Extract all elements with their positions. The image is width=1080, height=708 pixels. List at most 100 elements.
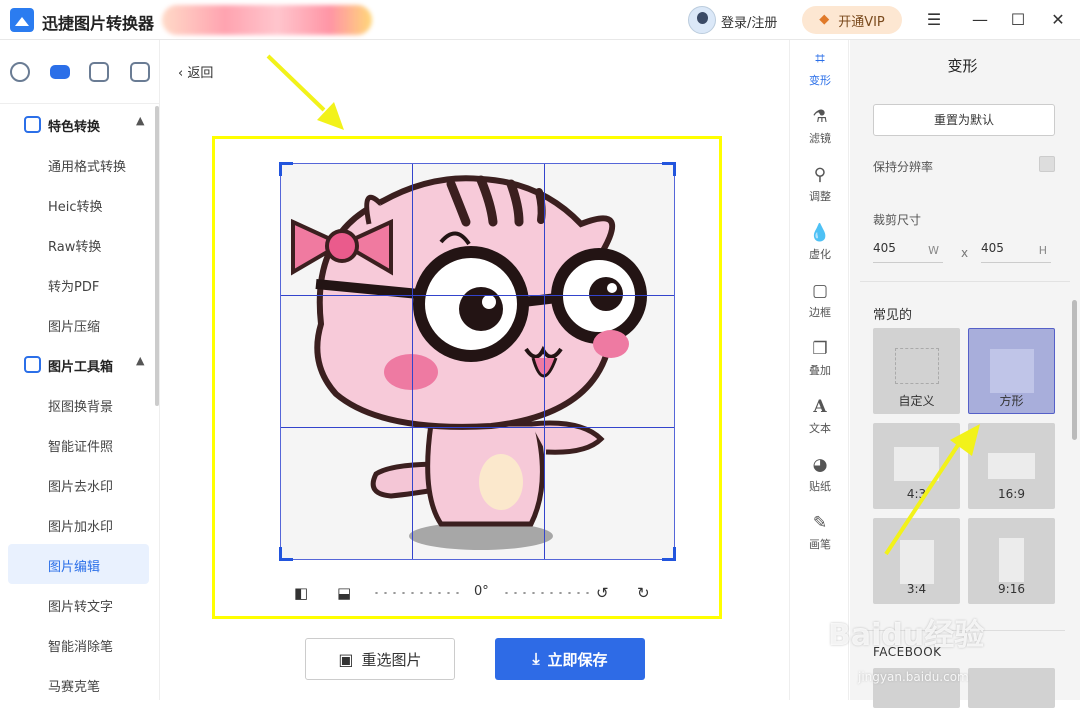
reselect-image-button[interactable]: ▣ 重选图片: [305, 638, 455, 680]
divider: [860, 281, 1070, 282]
blur-icon: 💧: [809, 223, 831, 243]
crop-grid-line: [412, 164, 413, 559]
rotation-slider-left[interactable]: [372, 592, 462, 594]
sidebar-item-heic[interactable]: Heic转换: [8, 184, 149, 224]
ratio-9-16-icon: [999, 538, 1024, 582]
sidebar-item-label: 图片压缩: [48, 320, 101, 335]
tool-label: 画笔: [809, 538, 831, 551]
panel-title: 变形: [947, 57, 978, 75]
sidebar-item-smart-eraser[interactable]: 智能消除笔: [8, 624, 149, 664]
crop-area[interactable]: [280, 163, 675, 560]
crop-height-input[interactable]: 405 H: [981, 237, 1051, 263]
custom-shape-icon: [895, 348, 939, 384]
height-value: 405: [981, 241, 1004, 255]
panel-scrollbar[interactable]: [1072, 300, 1077, 440]
back-link[interactable]: ‹ 返回: [178, 62, 213, 81]
sidebar-item-to-pdf[interactable]: 转为PDF: [8, 264, 149, 304]
user-avatar-icon[interactable]: [688, 6, 716, 34]
rotate-left-icon[interactable]: ↺: [596, 584, 609, 602]
crop-width-input[interactable]: 405 W: [873, 237, 943, 263]
toolbox-mode-icon[interactable]: [50, 65, 70, 79]
convert-group-icon: [24, 116, 41, 133]
tool-label: 贴纸: [809, 480, 831, 493]
border-icon: ▢: [811, 281, 829, 301]
vip-button[interactable]: ◆ 开通VIP: [802, 6, 902, 34]
tool-adjust[interactable]: ⚲ 调整: [790, 156, 850, 214]
ratio-16-9-icon: [988, 453, 1035, 479]
tool-label: 边框: [809, 306, 831, 319]
edit-tool-rail: ⌗ 变形 ⚗ 滤镜 ⚲ 调整 💧 虚化 ▢ 边框 ❐ 叠加 A 文本 ◕ 贴纸 ✎ 画笔: [789, 40, 849, 700]
preset-facebook-2[interactable]: [968, 668, 1055, 708]
sidebar-item-cutout[interactable]: 抠图换背景: [8, 384, 149, 424]
sidebar-item-add-watermark[interactable]: 图片加水印: [8, 504, 149, 544]
sidebar-item-id-photo[interactable]: 智能证件照: [8, 424, 149, 464]
convert-mode-icon[interactable]: [10, 62, 30, 82]
login-register-link[interactable]: 登录/注册: [721, 12, 777, 31]
group-image-toolbox[interactable]: 图片工具箱 ▲: [0, 344, 155, 384]
width-unit: W: [928, 244, 939, 257]
rotation-angle: 0°: [474, 584, 489, 599]
group-label: 特色转换: [48, 120, 101, 135]
tool-transform[interactable]: ⌗ 变形: [790, 40, 850, 98]
maximize-icon[interactable]: ☐: [1006, 8, 1030, 32]
crop-handle-bottom-right[interactable]: [662, 547, 676, 561]
sidebar-item-label: 智能证件照: [48, 440, 114, 455]
reselect-button-label: 重选图片: [361, 650, 422, 669]
close-icon[interactable]: ✕: [1046, 8, 1070, 32]
rotation-slider-right[interactable]: [502, 592, 592, 594]
tool-brush[interactable]: ✎ 画笔: [790, 504, 850, 562]
sidebar-item-mosaic[interactable]: 马赛克笔: [8, 664, 149, 704]
transform-panel: 变形 重置为默认 保持分辨率 裁剪尺寸 405 W x 405 H 常见的 自定…: [850, 40, 1080, 708]
preset-square[interactable]: 方形: [968, 328, 1055, 414]
preset-label: 方形: [999, 394, 1024, 408]
sidebar: 特色转换 ▲ 通用格式转换 Heic转换 Raw转换 转为PDF 图片压缩 图片…: [0, 40, 160, 700]
filter-icon: ⚗: [812, 107, 828, 127]
tool-overlay[interactable]: ❐ 叠加: [790, 330, 850, 388]
blurred-banner: [162, 5, 372, 35]
chevron-up-icon: ▲: [136, 354, 145, 367]
sidebar-item-image-to-text[interactable]: 图片转文字: [8, 584, 149, 624]
tool-text[interactable]: A 文本: [790, 388, 850, 446]
title-bar: 迅捷图片转换器 登录/注册 ◆ 开通VIP ☰ — ☐ ✕: [0, 0, 1080, 40]
sidebar-item-label: 抠图换背景: [48, 400, 114, 415]
crop-handle-bottom-left[interactable]: [279, 547, 293, 561]
highlight-frame: [212, 136, 722, 619]
sidebar-mode-switcher: [0, 40, 160, 104]
sidebar-item-image-edit[interactable]: 图片编辑: [8, 544, 149, 584]
crop-handle-top-left[interactable]: [279, 162, 293, 176]
rotate-right-icon[interactable]: ↻: [637, 584, 650, 602]
dimension-separator: x: [961, 246, 969, 260]
annotation-arrow-icon: [884, 424, 980, 556]
edit-mode-icon[interactable]: [130, 62, 150, 82]
flip-vertical-icon[interactable]: ⬓: [337, 584, 351, 602]
crop-grid-line: [544, 164, 545, 559]
width-value: 405: [873, 241, 896, 255]
menu-icon[interactable]: ☰: [922, 8, 946, 32]
keep-resolution-checkbox[interactable]: [1039, 156, 1055, 172]
minimize-icon[interactable]: —: [968, 8, 992, 32]
group-feature-convert[interactable]: 特色转换 ▲: [0, 104, 155, 144]
preset-custom[interactable]: 自定义: [873, 328, 960, 414]
sidebar-item-label: 转为PDF: [48, 280, 100, 295]
sidebar-item-label: 智能消除笔: [48, 640, 114, 655]
flip-horizontal-icon[interactable]: ◧: [294, 584, 308, 602]
preset-label: 9:16: [998, 582, 1025, 596]
sidebar-scrollbar[interactable]: [155, 106, 159, 406]
tool-sticker[interactable]: ◕ 贴纸: [790, 446, 850, 504]
text-icon: A: [813, 397, 827, 417]
sidebar-item-remove-watermark[interactable]: 图片去水印: [8, 464, 149, 504]
sidebar-item-label: 通用格式转换: [48, 160, 127, 175]
rotation-controls: ◧ ⬓ 0° ↺ ↻: [212, 580, 722, 606]
sidebar-item-general-convert[interactable]: 通用格式转换: [8, 144, 149, 184]
keep-resolution-label: 保持分辨率: [873, 160, 934, 174]
sidebar-item-raw[interactable]: Raw转换: [8, 224, 149, 264]
tool-blur[interactable]: 💧 虚化: [790, 214, 850, 272]
crop-icon: ⌗: [815, 49, 825, 69]
tool-filter[interactable]: ⚗ 滤镜: [790, 98, 850, 156]
save-now-button[interactable]: ⤓ 立即保存: [495, 638, 645, 680]
crop-handle-top-right[interactable]: [662, 162, 676, 176]
tool-border[interactable]: ▢ 边框: [790, 272, 850, 330]
sidebar-item-compress[interactable]: 图片压缩: [8, 304, 149, 344]
reset-default-button[interactable]: 重置为默认: [873, 104, 1055, 136]
image-mode-icon[interactable]: [89, 62, 109, 82]
